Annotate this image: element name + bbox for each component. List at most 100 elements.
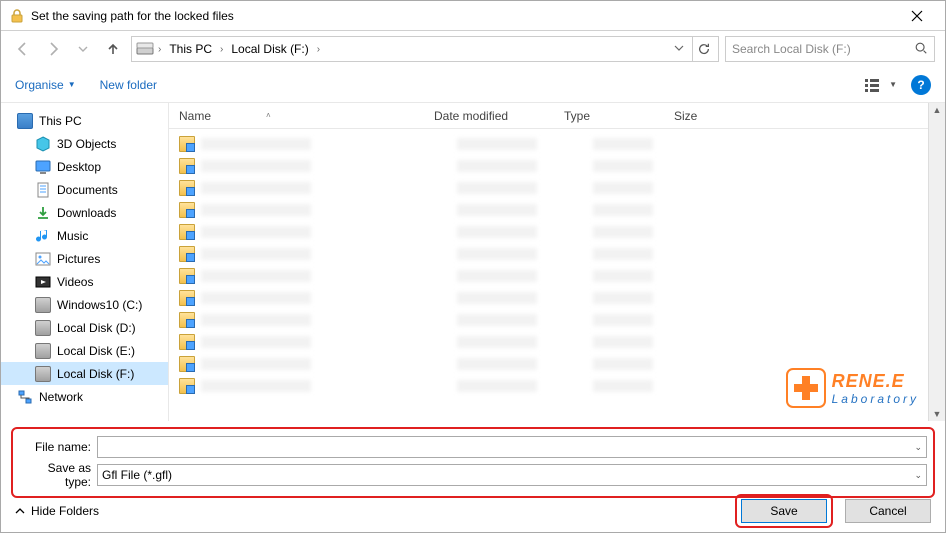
close-icon <box>911 10 923 22</box>
cancel-button[interactable]: Cancel <box>845 499 931 523</box>
search-input[interactable]: Search Local Disk (F:) <box>725 36 935 62</box>
folder-icon <box>179 224 195 240</box>
breadcrumb-local-disk-f[interactable]: Local Disk (F:) <box>227 42 312 56</box>
list-item[interactable] <box>169 243 945 265</box>
tree-node-downloads[interactable]: Downloads <box>1 201 168 224</box>
forward-button[interactable] <box>41 37 65 61</box>
column-date[interactable]: Date modified <box>424 103 554 128</box>
tree-node-windows10-c-[interactable]: Windows10 (C:) <box>1 293 168 316</box>
folder-icon <box>179 334 195 350</box>
up-button[interactable] <box>101 37 125 61</box>
saveastype-select[interactable]: Gfl File (*.gfl) ⌄ <box>97 464 927 486</box>
saveastype-dropdown[interactable]: ⌄ <box>914 470 922 481</box>
tree-node-music[interactable]: Music <box>1 224 168 247</box>
navigation-tree[interactable]: This PC3D ObjectsDesktopDocumentsDownloa… <box>1 103 169 421</box>
arrow-left-icon <box>15 41 31 57</box>
chevron-right-icon: › <box>317 44 320 55</box>
scroll-up-icon[interactable]: ▲ <box>933 105 942 115</box>
arrow-up-icon <box>105 41 121 57</box>
list-item[interactable] <box>169 353 945 375</box>
organise-label: Organise <box>15 78 64 92</box>
address-bar[interactable]: › This PC › Local Disk (F:) › <box>131 36 719 62</box>
filename-label: File name: <box>19 440 97 454</box>
folder-icon <box>179 378 195 394</box>
save-form: File name: ⌄ Save as type: Gfl File (*.g… <box>1 421 945 498</box>
tree-node-local-disk-e-[interactable]: Local Disk (E:) <box>1 339 168 362</box>
chevron-down-icon <box>674 43 684 53</box>
column-type[interactable]: Type <box>554 103 664 128</box>
organise-menu[interactable]: Organise ▼ <box>15 78 76 92</box>
list-item[interactable] <box>169 199 945 221</box>
help-button[interactable]: ? <box>911 75 931 95</box>
tree-node-pictures[interactable]: Pictures <box>1 247 168 270</box>
hide-folders-label: Hide Folders <box>31 504 99 518</box>
folder-icon <box>179 202 195 218</box>
folder-icon <box>179 246 195 262</box>
folder-icon <box>179 312 195 328</box>
list-item[interactable] <box>169 375 945 397</box>
list-item[interactable] <box>169 331 945 353</box>
tree-node-3d-objects[interactable]: 3D Objects <box>1 132 168 155</box>
save-button[interactable]: Save <box>741 499 827 523</box>
list-item[interactable] <box>169 133 945 155</box>
tree-node-network[interactable]: Network <box>1 385 168 408</box>
tree-node-documents[interactable]: Documents <box>1 178 168 201</box>
refresh-icon <box>697 42 711 56</box>
column-headers: Name˄ Date modified Type Size <box>169 103 945 129</box>
column-size[interactable]: Size <box>664 103 774 128</box>
close-button[interactable] <box>897 2 937 30</box>
hide-folders-button[interactable]: Hide Folders <box>15 504 99 518</box>
title-bar: Set the saving path for the locked files <box>1 1 945 31</box>
tree-node-videos[interactable]: Videos <box>1 270 168 293</box>
tree-node-desktop[interactable]: Desktop <box>1 155 168 178</box>
window-title: Set the saving path for the locked files <box>31 9 897 23</box>
save-highlight: Save <box>735 494 833 528</box>
tree-node-local-disk-f-[interactable]: Local Disk (F:) <box>1 362 168 385</box>
list-item[interactable] <box>169 177 945 199</box>
folder-icon <box>179 158 195 174</box>
filename-dropdown[interactable]: ⌄ <box>914 442 922 453</box>
sort-asc-icon: ˄ <box>266 111 271 120</box>
folder-icon <box>179 356 195 372</box>
view-options-button[interactable]: ▼ <box>864 77 897 93</box>
new-folder-button[interactable]: New folder <box>100 78 157 92</box>
breadcrumb-this-pc[interactable]: This PC <box>165 42 216 56</box>
column-name[interactable]: Name˄ <box>169 103 424 128</box>
chevron-down-icon: ▼ <box>889 80 897 89</box>
list-item[interactable] <box>169 221 945 243</box>
scroll-down-icon[interactable]: ▼ <box>933 409 942 419</box>
folder-icon <box>179 180 195 196</box>
footer: Hide Folders Save Cancel <box>1 490 945 532</box>
app-lock-icon <box>9 8 25 24</box>
chevron-right-icon: › <box>158 44 161 55</box>
file-rows <box>169 129 945 401</box>
list-item[interactable] <box>169 287 945 309</box>
nav-toolbar: › This PC › Local Disk (F:) › Search Loc… <box>1 31 945 67</box>
filename-input[interactable]: ⌄ <box>97 436 927 458</box>
back-button[interactable] <box>11 37 35 61</box>
refresh-button[interactable] <box>692 37 714 61</box>
address-dropdown[interactable] <box>670 42 688 56</box>
command-bar: Organise ▼ New folder ▼ ? <box>1 67 945 103</box>
saveastype-label: Save as type: <box>19 461 97 489</box>
folder-icon <box>179 290 195 306</box>
tree-node-this-pc[interactable]: This PC <box>1 109 168 132</box>
main-pane: This PC3D ObjectsDesktopDocumentsDownloa… <box>1 103 945 421</box>
drive-icon <box>136 42 154 56</box>
chevron-up-icon <box>15 506 25 516</box>
list-item[interactable] <box>169 265 945 287</box>
tree-node-local-disk-d-[interactable]: Local Disk (D:) <box>1 316 168 339</box>
list-item[interactable] <box>169 155 945 177</box>
file-list: Name˄ Date modified Type Size ▲ ▼ <box>169 103 945 421</box>
search-placeholder: Search Local Disk (F:) <box>732 42 851 56</box>
help-icon: ? <box>917 78 924 92</box>
arrow-right-icon <box>45 41 61 57</box>
vertical-scrollbar[interactable]: ▲ ▼ <box>928 103 945 421</box>
folder-icon <box>179 136 195 152</box>
list-item[interactable] <box>169 309 945 331</box>
view-icon <box>864 77 886 93</box>
highlight-box: File name: ⌄ Save as type: Gfl File (*.g… <box>11 427 935 498</box>
new-folder-label: New folder <box>100 78 157 92</box>
chevron-down-icon: ▼ <box>68 80 76 89</box>
recent-dropdown[interactable] <box>71 37 95 61</box>
